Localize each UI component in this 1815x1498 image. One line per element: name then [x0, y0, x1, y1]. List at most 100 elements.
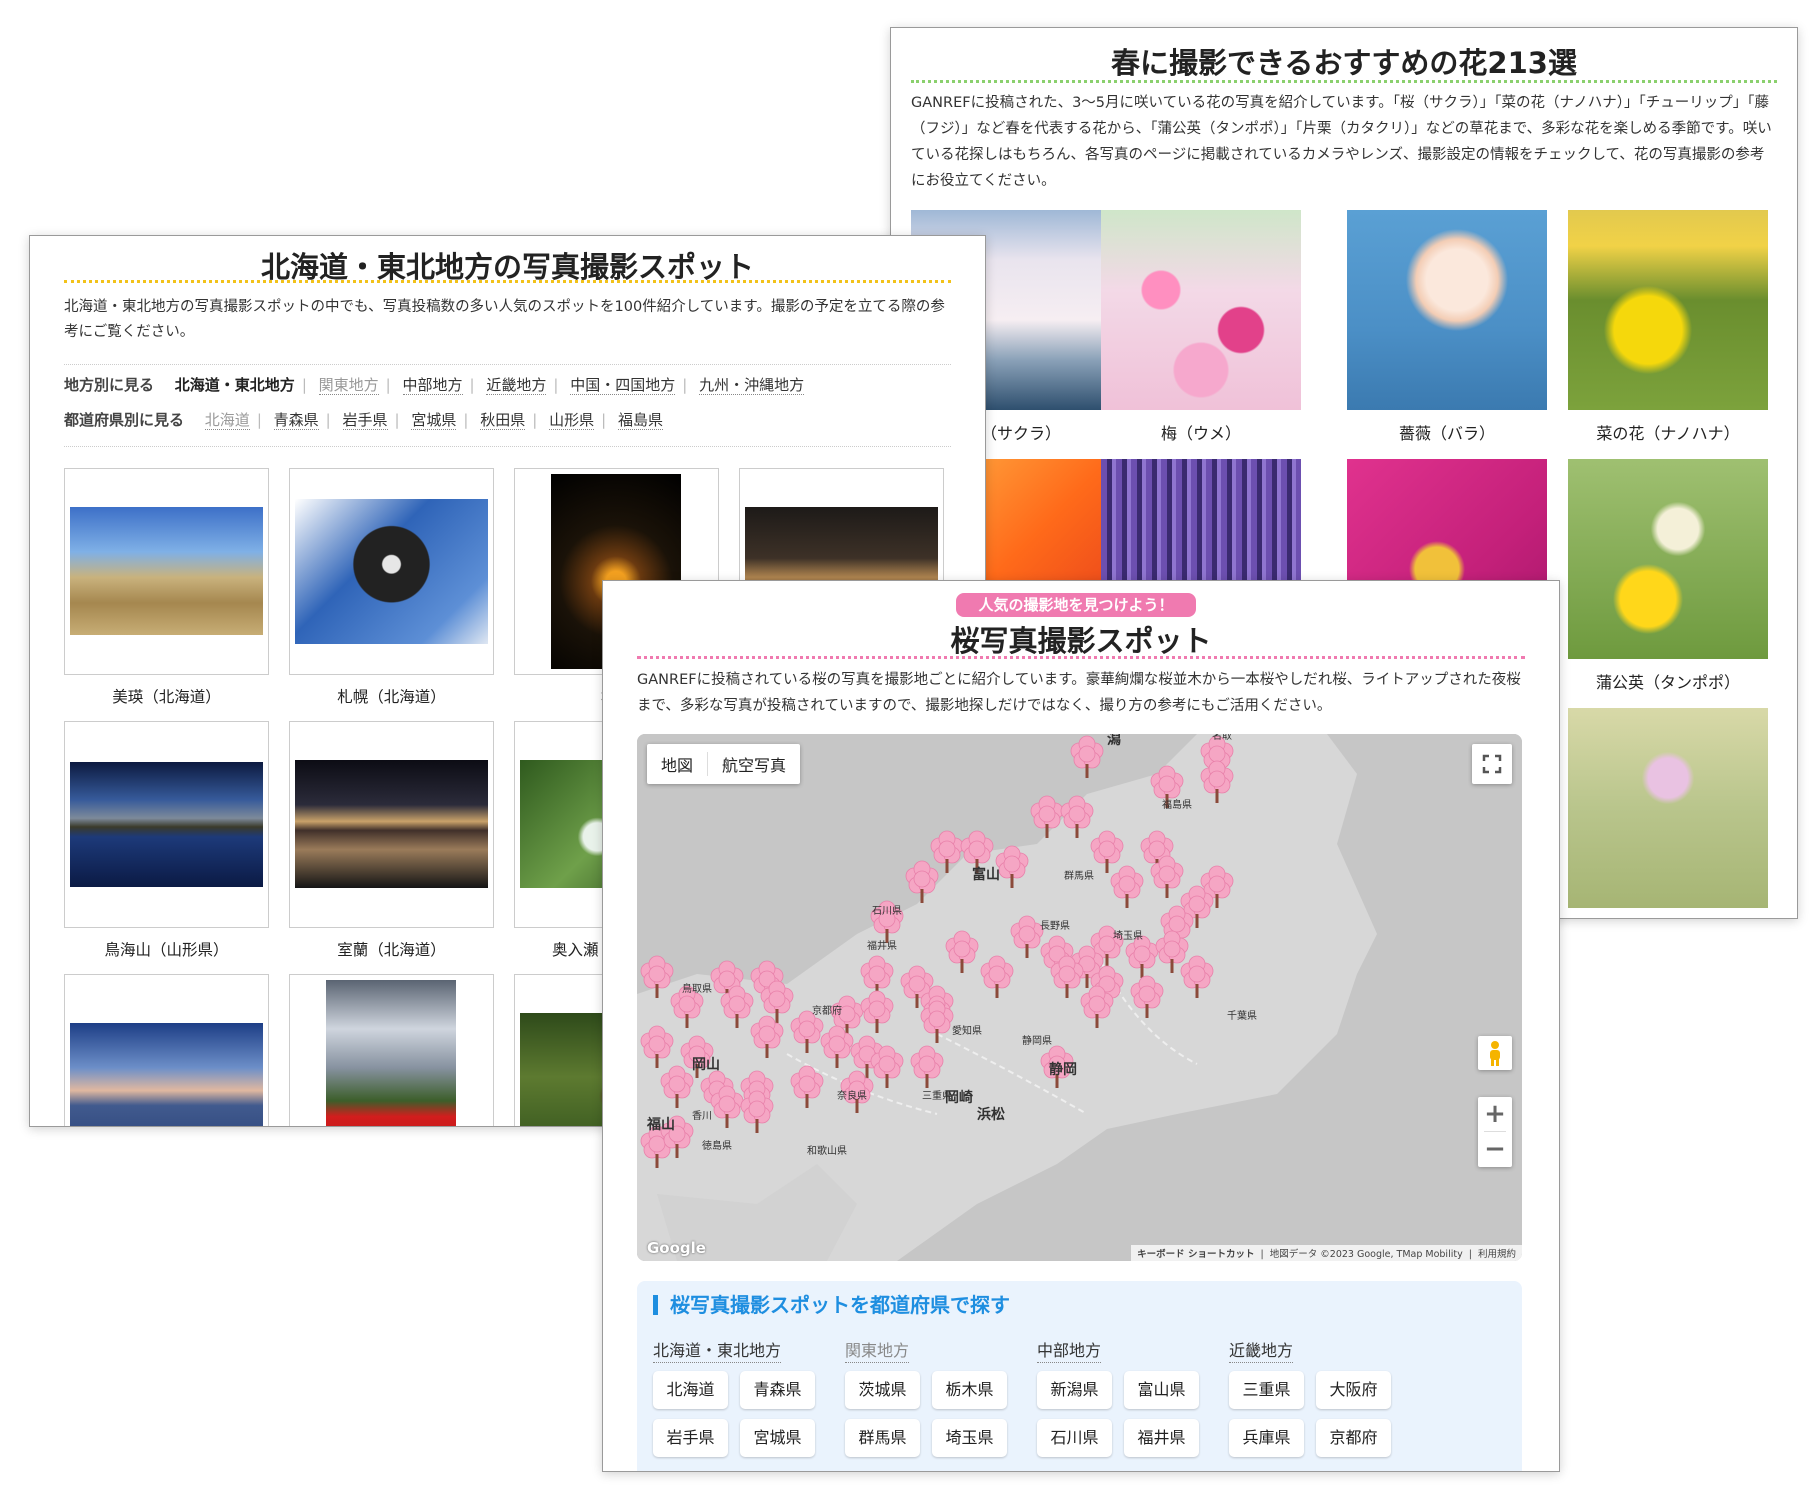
spot-card[interactable]: 美瑛（北海道） — [64, 468, 269, 707]
flower-caption[interactable]: 蒲公英（タンポポ） — [1568, 669, 1768, 693]
region-link[interactable]: 近畿地方 — [486, 376, 547, 395]
flower-card[interactable]: 薔薇（バラ） — [1347, 210, 1547, 444]
prefecture-button[interactable]: 三重県 — [1229, 1371, 1304, 1409]
spot-card[interactable] — [64, 974, 269, 1126]
flower-card[interactable] — [1568, 708, 1768, 908]
prefecture-nav: 都道府県別に見る 北海道 | 青森県 | 岩手県 | 宮城県 | 秋田県 | 山形県 | 福… — [64, 411, 663, 430]
map-place-label: 愛知県 — [952, 1024, 982, 1037]
flower-caption[interactable]: 菜の花（ナノハナ） — [1568, 420, 1768, 444]
prefecture-button[interactable]: 岩手県 — [653, 1419, 728, 1457]
spot-card[interactable]: 鳥海山（山形県） — [64, 721, 269, 960]
prefecture-link[interactable]: 山形県 — [549, 411, 595, 430]
group-label[interactable]: 中部地方 — [1037, 1337, 1102, 1363]
prefecture-button[interactable]: 栃木県 — [932, 1371, 1007, 1409]
prefecture-link[interactable]: 岩手県 — [342, 411, 388, 430]
flower-caption[interactable]: 梅（ウメ） — [1101, 420, 1301, 444]
flower-card[interactable]: 蒲公英（タンポポ） — [1568, 459, 1768, 693]
spot-photo[interactable] — [326, 980, 456, 1126]
map-place-label: 長野県 — [1040, 920, 1070, 932]
prefecture-button[interactable]: 石川県 — [1037, 1419, 1112, 1457]
map-place-label: 三重県 — [922, 1089, 952, 1102]
group-label[interactable]: 近畿地方 — [1229, 1337, 1294, 1363]
flower-card[interactable]: 菜の花（ナノハナ） — [1568, 210, 1768, 444]
spot-caption[interactable]: 美瑛（北海道） — [64, 685, 269, 707]
region-nav: 地方別に見る 北海道・東北地方 | 関東地方 | 中部地方 | 近畿地方 | 中国・四国… — [64, 376, 805, 395]
fullscreen-button[interactable] — [1472, 744, 1512, 784]
tohoku-description: 北海道・東北地方の写真撮影スポットの中でも、写真投稿数の多い人気のスポットを10… — [64, 299, 945, 340]
spot-caption[interactable]: 鳥海山（山形県） — [64, 938, 269, 960]
keyboard-shortcuts-link[interactable]: キーボード ショートカット — [1137, 1249, 1254, 1260]
map-place-label: 岡山 — [692, 1057, 720, 1073]
flowers-title-rule — [911, 80, 1777, 83]
spot-caption[interactable]: 札幌（北海道） — [289, 685, 494, 707]
flower-photo[interactable] — [1101, 210, 1301, 410]
sakura-badge: 人気の撮影地を見つけよう！ — [956, 593, 1196, 617]
flower-card[interactable]: 梅（ウメ） — [1101, 210, 1301, 444]
flower-caption[interactable]: 薔薇（バラ） — [1347, 420, 1547, 444]
spot-card[interactable]: 札幌（北海道） — [289, 468, 494, 707]
zoom-out-button[interactable]: − — [1478, 1132, 1512, 1166]
flowers-title: 春に撮影できるおすすめの花213選 — [1111, 46, 1577, 80]
prefecture-link[interactable]: 北海道 — [204, 411, 250, 430]
street-view-button[interactable] — [1478, 1036, 1512, 1070]
map-place-label: 静岡県 — [1022, 1034, 1052, 1047]
sakura-map[interactable]: 富山 静岡 浜松 岡崎 岡山 福山潟石川県 福井県 長野県 群馬県 埼玉県 千葉県 愛知県 静岡県 三重県… — [637, 734, 1522, 1261]
prefecture-button[interactable]: 青森県 — [740, 1371, 815, 1409]
group-label[interactable]: 関東地方 — [845, 1337, 910, 1363]
fullscreen-icon — [1482, 754, 1502, 774]
flowers-description: GANREFに投稿された、3〜5月に咲いている花の写真を紹介しています。「桜（サ… — [911, 95, 1772, 189]
google-logo: Google — [647, 1239, 706, 1257]
prefecture-search-title: 桜写真撮影スポットを都道府県で探す — [653, 1295, 1010, 1315]
prefecture-button[interactable]: 北海道 — [653, 1371, 728, 1409]
spot-card[interactable]: 室蘭（北海道） — [289, 721, 494, 960]
sakura-description: GANREFに投稿されている桜の写真を撮影地ごとに紹介しています。豪華絢爛な桜並… — [637, 672, 1521, 714]
map-type-button[interactable]: 地図 — [647, 752, 707, 776]
spot-photo[interactable] — [295, 760, 488, 888]
map-place-label: 名取 — [1212, 734, 1232, 742]
terms-link[interactable]: 利用規約 — [1478, 1249, 1516, 1260]
flower-photo[interactable] — [1568, 210, 1768, 410]
prefecture-link[interactable]: 宮城県 — [411, 411, 457, 430]
prefecture-button[interactable]: 群馬県 — [845, 1419, 920, 1457]
map-canvas[interactable]: 富山静岡浜松岡崎岡山福山潟石川県福井県長野県群馬県埼玉県千葉県愛知県静岡県三重県… — [637, 734, 1522, 1261]
prefecture-button[interactable]: 兵庫県 — [1229, 1419, 1304, 1457]
flower-photo[interactable] — [1568, 708, 1768, 908]
prefecture-button[interactable]: 新潟県 — [1037, 1371, 1112, 1409]
region-link[interactable]: 中部地方 — [402, 376, 463, 395]
group-label[interactable]: 北海道・東北地方 — [653, 1337, 782, 1363]
prefecture-link[interactable]: 青森県 — [273, 411, 319, 430]
region-link[interactable]: 九州・沖縄地方 — [699, 376, 805, 395]
region-link[interactable]: 中国・四国地方 — [570, 376, 676, 395]
map-place-label: 静岡 — [1049, 1061, 1077, 1078]
sakura-panel: 人気の撮影地を見つけよう！ 桜写真撮影スポット GANREFに投稿されている桜の… — [602, 580, 1560, 1472]
tohoku-title-rule — [64, 280, 951, 283]
map-type-control: 地図 航空写真 — [647, 744, 801, 784]
prefecture-button[interactable]: 宮城県 — [740, 1419, 815, 1457]
prefecture-nav-label: 都道府県別に見る — [64, 411, 185, 429]
prefecture-button[interactable]: 大阪府 — [1316, 1371, 1391, 1409]
map-place-label: 潟 — [1107, 734, 1121, 748]
region-link[interactable]: 関東地方 — [318, 376, 379, 395]
aerial-type-button[interactable]: 航空写真 — [708, 752, 800, 776]
prefecture-button[interactable]: 埼玉県 — [932, 1419, 1007, 1457]
map-place-label: 福井県 — [867, 939, 897, 952]
prefecture-link[interactable]: 福島県 — [617, 411, 663, 430]
sakura-title-rule — [637, 656, 1525, 659]
prefecture-link[interactable]: 秋田県 — [480, 411, 526, 430]
prefecture-button[interactable]: 京都府 — [1316, 1419, 1391, 1457]
prefecture-button[interactable]: 茨城県 — [845, 1371, 920, 1409]
map-place-label: 埼玉県 — [1113, 929, 1143, 942]
spot-photo[interactable] — [70, 1023, 263, 1126]
zoom-in-button[interactable]: + — [1478, 1097, 1512, 1131]
prefecture-button[interactable]: 福井県 — [1124, 1419, 1199, 1457]
spot-card[interactable] — [289, 974, 494, 1126]
flower-photo[interactable] — [1347, 210, 1547, 410]
spot-photo[interactable] — [70, 762, 263, 887]
spot-photo[interactable] — [295, 499, 488, 644]
region-link[interactable]: 北海道・東北地方 — [175, 376, 295, 394]
spot-caption[interactable]: 室蘭（北海道） — [289, 938, 494, 960]
map-place-label: 石川県 — [872, 905, 902, 917]
spot-photo[interactable] — [70, 507, 263, 635]
flower-photo[interactable] — [1568, 459, 1768, 659]
prefecture-button[interactable]: 富山県 — [1124, 1371, 1199, 1409]
